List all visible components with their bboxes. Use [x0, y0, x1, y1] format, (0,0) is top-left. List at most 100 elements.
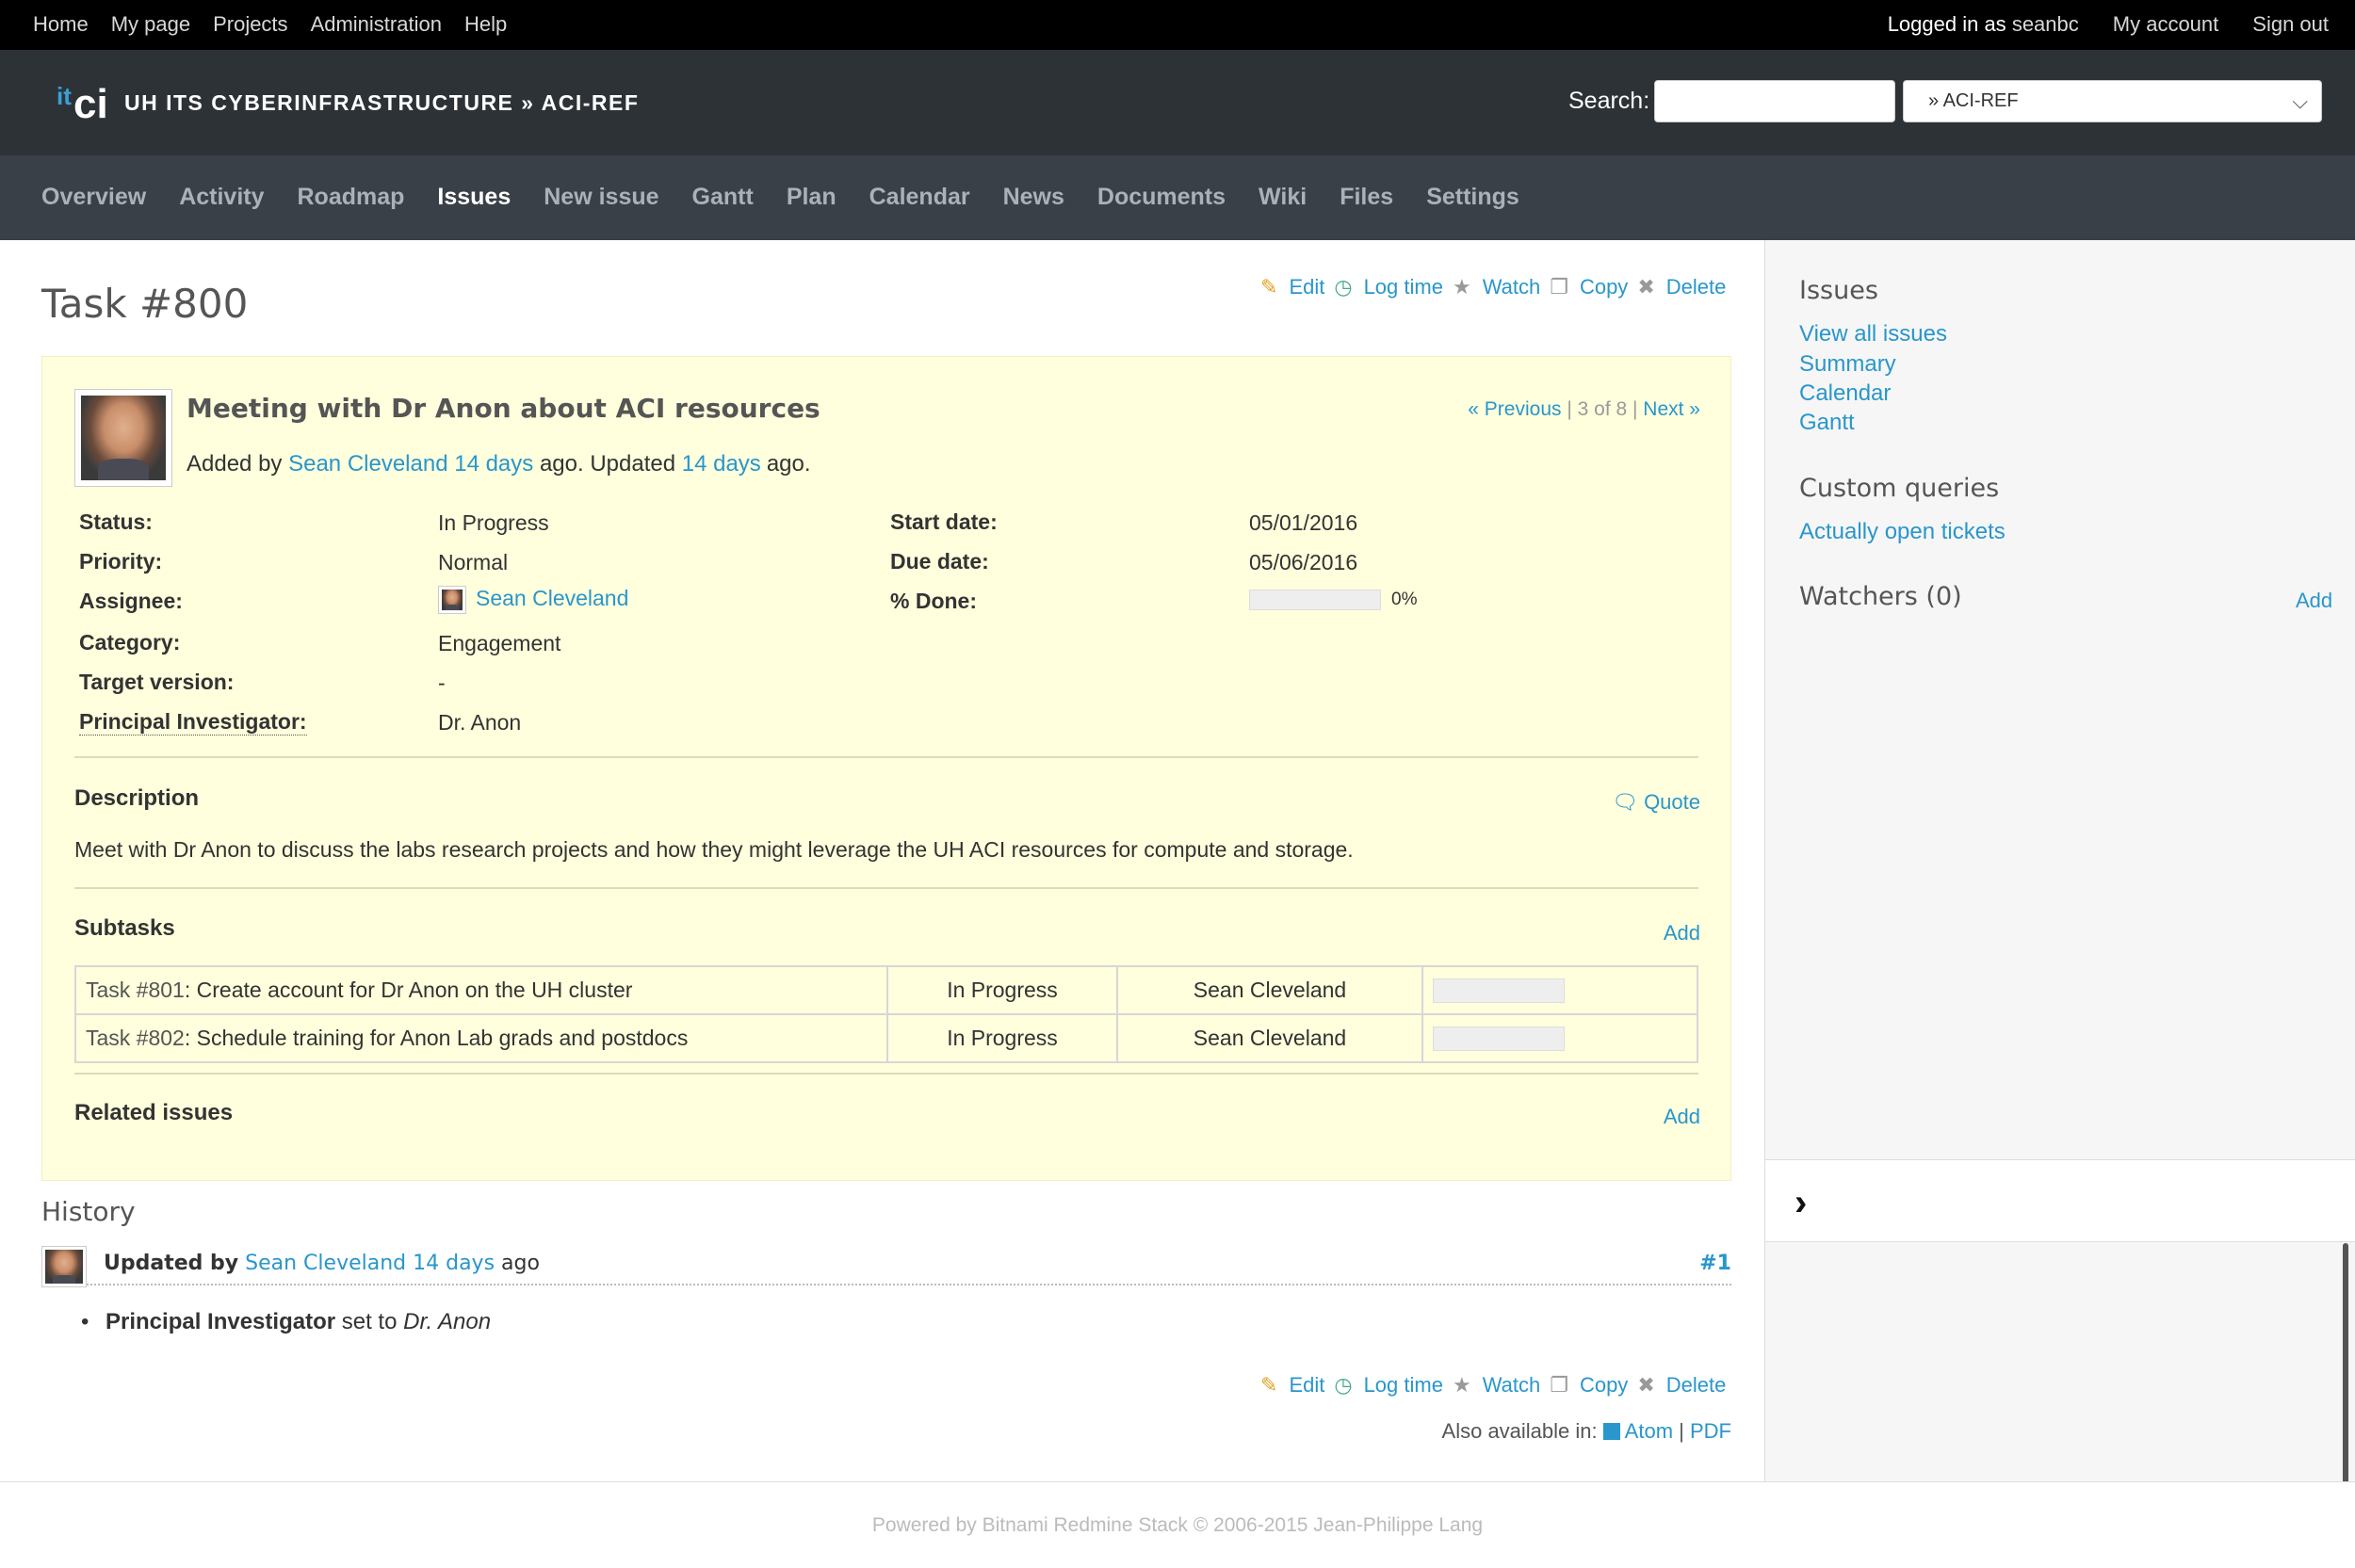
watchers-add-link[interactable]: Add [2296, 589, 2332, 613]
logged-as-prefix: Logged in as [1887, 12, 2006, 36]
added-by-prefix: Added by [187, 451, 283, 477]
tab-wiki[interactable]: Wiki [1259, 184, 1307, 211]
start-date-label: Start date: [890, 509, 998, 534]
copy-link[interactable]: Copy [1580, 275, 1628, 299]
logged-as: Logged in as seanbc [1888, 12, 2079, 37]
top-menu-home[interactable]: Home [33, 12, 89, 37]
status-value: In Progress [438, 510, 549, 535]
logged-user-link[interactable]: seanbc [2012, 12, 2079, 36]
sidebar-view-all-issues[interactable]: View all issues [1799, 321, 1947, 348]
done-label: % Done: [890, 589, 977, 613]
related-issues-title: Related issues [74, 1100, 234, 1125]
quote-button[interactable]: 🗨 Quote [1612, 790, 1700, 815]
rss-icon [1602, 1423, 1620, 1440]
sidebar-issues-title: Issues [1799, 276, 1878, 305]
issue-actions-top: ✎ Edit ◷ Log time ★ Watch ❐ Copy ✖ Delet… [1260, 275, 1726, 299]
tab-calendar[interactable]: Calendar [869, 184, 970, 211]
author-link[interactable]: Sean Cleveland [288, 451, 447, 477]
logo-ci-text: ci [73, 81, 108, 127]
journal-author-link[interactable]: Sean Cleveland [245, 1252, 406, 1275]
related-add-link[interactable]: Add [1664, 1105, 1700, 1129]
tab-roadmap[interactable]: Roadmap [298, 184, 405, 211]
watch-link[interactable]: Watch [1483, 1373, 1541, 1398]
atom-link[interactable]: Atom [1625, 1419, 1673, 1443]
watchers-title: Watchers (0) [1799, 582, 1962, 611]
due-date-value: 05/06/2016 [1249, 550, 1358, 574]
subtasks-add-link[interactable]: Add [1664, 921, 1700, 946]
journal-ago-link[interactable]: 14 days [413, 1252, 495, 1275]
delete-link[interactable]: Delete [1666, 1373, 1727, 1398]
updated-ago-link[interactable]: 14 days [682, 451, 761, 477]
delete-link[interactable]: Delete [1666, 275, 1727, 299]
status-label: Status: [79, 509, 153, 534]
header: it ci UH ITS CYBERINFRASTRUCTURE » ACI-R… [0, 50, 2355, 155]
log-time-link[interactable]: Log time [1364, 275, 1443, 299]
sidebar-gantt[interactable]: Gantt [1799, 410, 1855, 436]
main-menu: Overview Activity Roadmap Issues New iss… [0, 155, 2355, 240]
sign-out-link[interactable]: Sign out [2252, 12, 2329, 37]
created-ago-link[interactable]: 14 days [454, 451, 533, 477]
project-jump-select[interactable]: » ACI-REF ⌵ [1903, 80, 2322, 122]
top-menu-help[interactable]: Help [464, 12, 507, 37]
next-link[interactable]: Next » [1643, 398, 1700, 420]
copy-icon: ❐ [1550, 1373, 1568, 1397]
chevron-right-icon[interactable]: › [1795, 1182, 1807, 1224]
tab-news[interactable]: News [1003, 184, 1064, 211]
tab-new-issue[interactable]: New issue [544, 184, 658, 211]
journal-avatar [41, 1246, 87, 1287]
journal-detail: Principal Investigator set to Dr. Anon [81, 1309, 492, 1335]
subtask-link[interactable]: Task #801 [86, 978, 185, 1002]
description-text: Meet with Dr Anon to discuss the labs re… [74, 837, 1354, 862]
subtask-progress-cell [1421, 965, 1698, 1015]
subtask-title: : Schedule training for Anon Lab grads a… [184, 1026, 689, 1050]
history-title: History [41, 1196, 136, 1227]
project-title[interactable]: UH ITS CYBERINFRASTRUCTURE » ACI-REF [124, 90, 639, 116]
issue-box: Meeting with Dr Anon about ACI resources… [41, 356, 1731, 1181]
my-account-link[interactable]: My account [2113, 12, 2219, 37]
assignee-link[interactable]: Sean Cleveland [476, 586, 628, 610]
sidebar-query-actually-open[interactable]: Actually open tickets [1799, 519, 2006, 545]
divider [74, 756, 1698, 758]
subtask-progress-cell [1421, 1013, 1698, 1063]
pencil-icon: ✎ [1260, 275, 1278, 299]
tab-files[interactable]: Files [1340, 184, 1393, 211]
quote-link[interactable]: Quote [1644, 790, 1700, 814]
journal-detail-value: Dr. Anon [403, 1309, 492, 1334]
watch-link[interactable]: Watch [1483, 275, 1541, 299]
clock-icon: ◷ [1334, 275, 1353, 299]
log-time-link[interactable]: Log time [1364, 1373, 1443, 1398]
subtask-progress-bar [1433, 978, 1565, 1003]
star-icon: ★ [1452, 1373, 1471, 1397]
pi-label: Principal Investigator: [79, 709, 307, 736]
previous-link[interactable]: « Previous [1468, 398, 1561, 420]
subtask-title: : Create account for Dr Anon on the UH c… [184, 978, 633, 1002]
edit-link[interactable]: Edit [1289, 1373, 1324, 1398]
sidebar-summary[interactable]: Summary [1799, 351, 1896, 378]
project-jump-value: » ACI-REF [1928, 90, 2019, 111]
tab-gantt[interactable]: Gantt [692, 184, 754, 211]
other-formats-label: Also available in: [1441, 1419, 1598, 1443]
journal-number-link[interactable]: #1 [1699, 1252, 1731, 1275]
subtask-status: In Progress [886, 1013, 1118, 1063]
clock-icon: ◷ [1334, 1373, 1353, 1397]
top-menu-administration[interactable]: Administration [311, 12, 442, 37]
edit-link[interactable]: Edit [1289, 275, 1324, 299]
pdf-link[interactable]: PDF [1690, 1419, 1731, 1443]
tab-issues[interactable]: Issues [437, 184, 511, 211]
top-menu-projects[interactable]: Projects [213, 12, 287, 37]
tab-settings[interactable]: Settings [1426, 184, 1519, 211]
subtask-link[interactable]: Task #802 [86, 1026, 185, 1050]
assignee-value: Sean Cleveland [438, 586, 628, 614]
updated-suffix: ago. [766, 451, 811, 477]
tab-plan[interactable]: Plan [787, 184, 836, 211]
search-input[interactable] [1654, 80, 1895, 122]
tab-overview[interactable]: Overview [41, 184, 146, 211]
copy-link[interactable]: Copy [1580, 1373, 1628, 1398]
sidebar-calendar[interactable]: Calendar [1799, 380, 1891, 407]
tab-activity[interactable]: Activity [179, 184, 264, 211]
top-menu-my-page[interactable]: My page [111, 12, 190, 37]
subtask-subject: Task #802: Schedule training for Anon La… [74, 1013, 888, 1063]
tab-documents[interactable]: Documents [1097, 184, 1226, 211]
pi-value: Dr. Anon [438, 710, 522, 735]
search-label: Search: [1568, 88, 1650, 114]
